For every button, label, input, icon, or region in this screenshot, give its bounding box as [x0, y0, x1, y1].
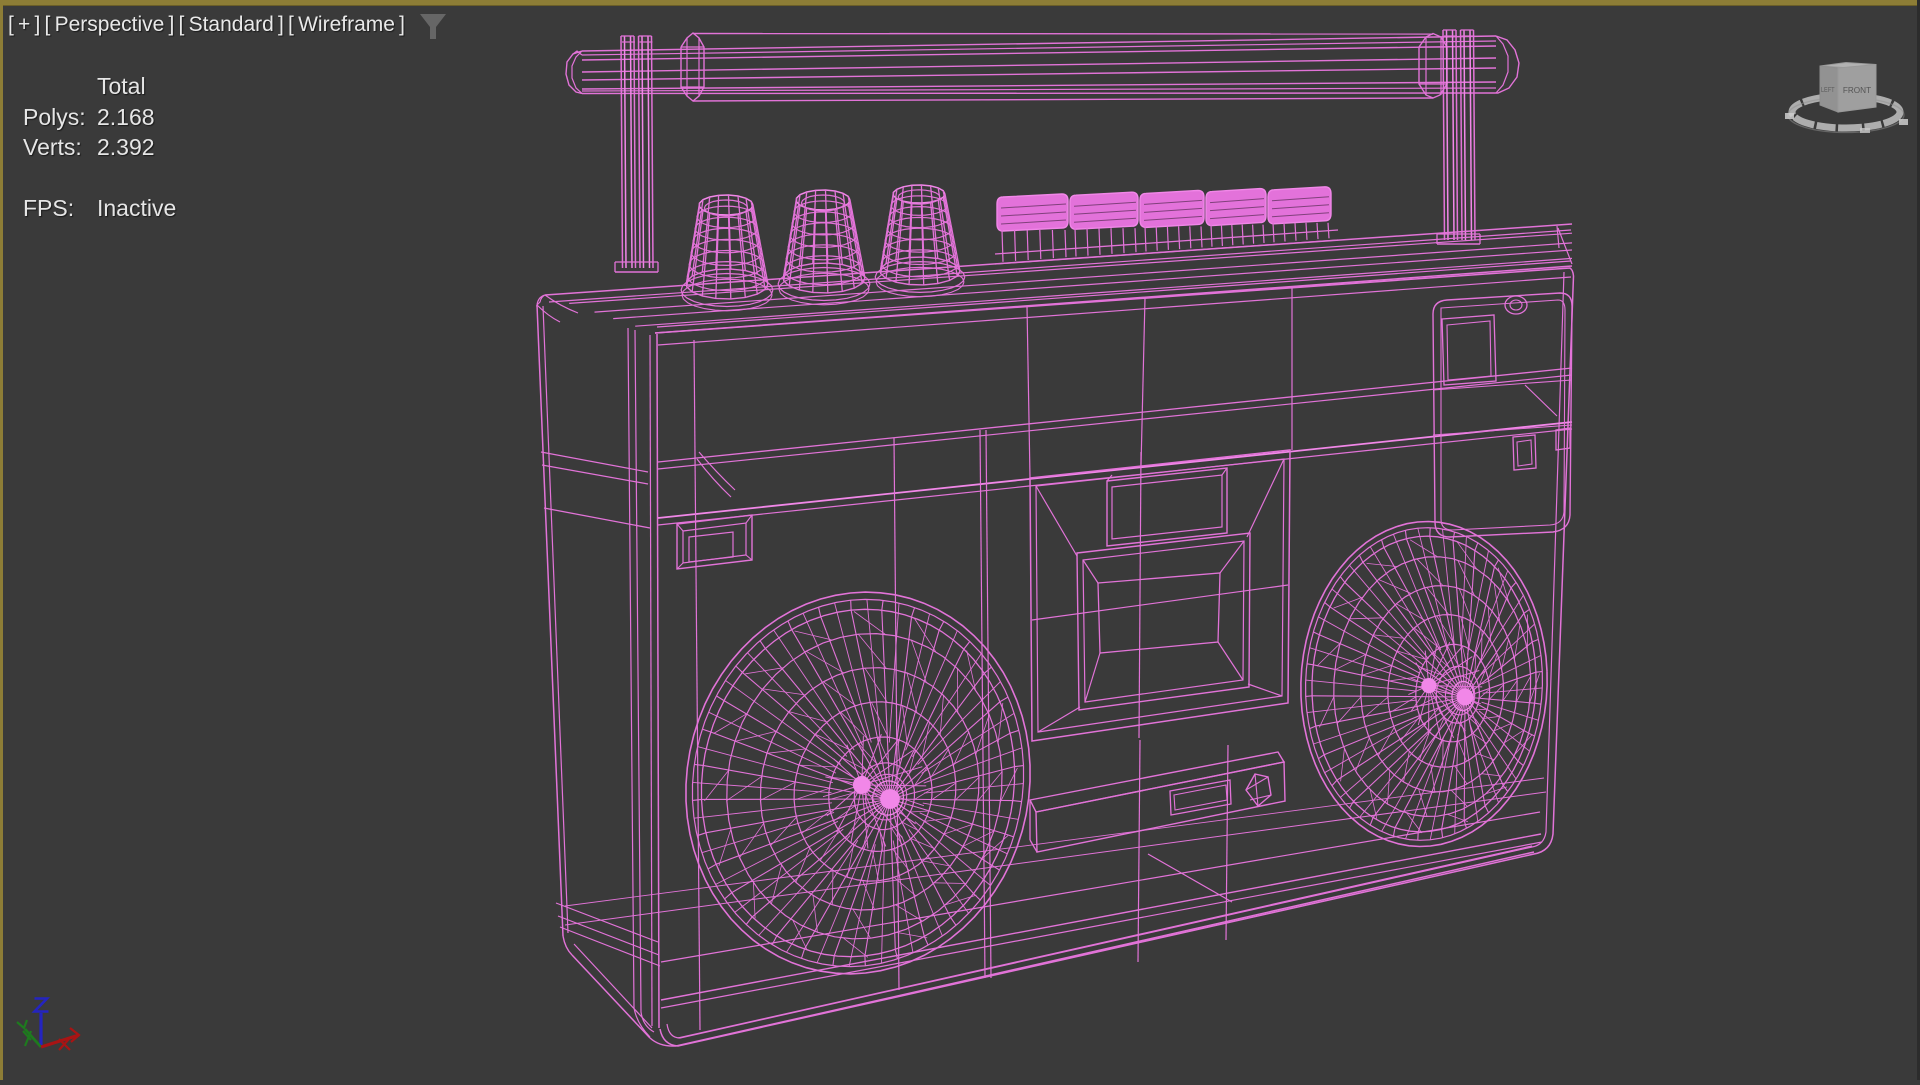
svg-text:FRONT: FRONT: [1843, 86, 1871, 95]
svg-text:LEFT: LEFT: [1821, 86, 1835, 94]
